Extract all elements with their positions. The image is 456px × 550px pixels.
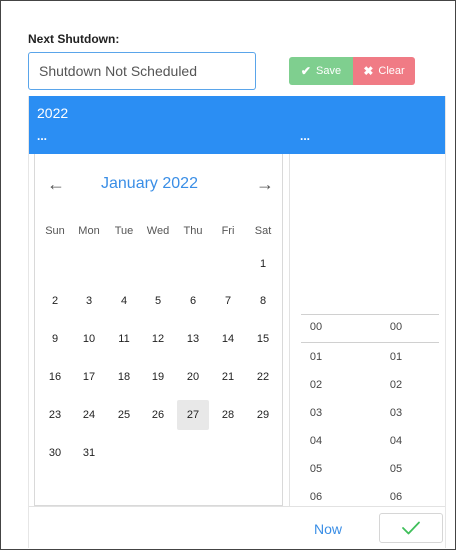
save-button[interactable]: ✔ Save <box>289 57 353 85</box>
minute-option[interactable]: 05 <box>376 463 416 475</box>
date-summary[interactable]: ... <box>37 129 47 143</box>
weekday-sun: Sun <box>45 225 65 237</box>
day-cell[interactable]: 1 <box>247 249 279 279</box>
clear-button[interactable]: ✖ Clear <box>353 57 415 85</box>
picker-header: 2022 ... ... <box>29 96 445 154</box>
day-cell[interactable]: 25 <box>108 400 140 430</box>
time-selection-line <box>301 342 439 343</box>
day-cell[interactable]: 14 <box>212 324 244 354</box>
calendar: ← January 2022 → Sun Mon Tue Wed Thu Fri Sat 1… <box>34 154 283 506</box>
day-cell[interactable]: 18 <box>108 362 140 392</box>
day-cell[interactable]: 16 <box>39 362 71 392</box>
picker-year[interactable]: 2022 <box>37 105 68 121</box>
hour-option[interactable]: 05 <box>296 463 336 475</box>
shutdown-datetime-input[interactable]: Shutdown Not Scheduled <box>28 52 256 90</box>
day-cell[interactable]: 12 <box>142 324 174 354</box>
weekday-sat: Sat <box>254 225 272 237</box>
weekday-tue: Tue <box>114 225 134 237</box>
day-cell[interactable]: 27 <box>177 400 209 430</box>
prev-month-arrow-icon[interactable]: ← <box>47 174 65 195</box>
hour-option[interactable]: 03 <box>296 407 336 419</box>
hour-option[interactable]: 04 <box>296 435 336 447</box>
day-cell[interactable]: 11 <box>108 324 140 354</box>
day-cell[interactable]: 17 <box>73 362 105 392</box>
time-summary[interactable]: ... <box>300 129 310 143</box>
month-year-title[interactable]: January 2022 <box>101 175 198 193</box>
calendar-header: ← January 2022 → <box>35 174 282 196</box>
weekday-fri: Fri <box>221 225 235 237</box>
day-cell[interactable]: 23 <box>39 400 71 430</box>
now-button[interactable]: Now <box>314 521 342 537</box>
weekday-wed: Wed <box>146 225 170 237</box>
close-icon: ✖ <box>363 64 374 78</box>
time-selection-line <box>301 314 439 315</box>
day-cell[interactable]: 28 <box>212 400 244 430</box>
day-cell[interactable]: 8 <box>247 286 279 316</box>
checkmark-icon <box>402 521 420 535</box>
day-cell[interactable]: 9 <box>39 324 71 354</box>
save-label: Save <box>315 65 342 77</box>
hour-option[interactable]: 00 <box>296 321 336 333</box>
clear-label: Clear <box>378 65 405 77</box>
day-cell[interactable]: 20 <box>177 362 209 392</box>
day-cell[interactable]: 22 <box>247 362 279 392</box>
shutdown-input-value: Shutdown Not Scheduled <box>39 63 197 79</box>
day-cell[interactable]: 26 <box>142 400 174 430</box>
day-cell[interactable]: 31 <box>73 438 105 468</box>
day-cell[interactable]: 10 <box>73 324 105 354</box>
weekday-thu: Thu <box>183 225 203 237</box>
time-column-divider <box>289 154 290 506</box>
minute-option[interactable]: 02 <box>376 379 416 391</box>
day-cell[interactable]: 2 <box>39 286 71 316</box>
weekday-mon: Mon <box>78 225 100 237</box>
hour-option[interactable]: 06 <box>296 491 336 503</box>
minute-option[interactable]: 06 <box>376 491 416 503</box>
hour-option[interactable]: 02 <box>296 379 336 391</box>
shutdown-dialog: Next Shutdown: Shutdown Not Scheduled ✔ … <box>0 0 456 550</box>
day-cell[interactable]: 13 <box>177 324 209 354</box>
next-shutdown-label: Next Shutdown: <box>28 32 120 46</box>
day-cell[interactable]: 15 <box>247 324 279 354</box>
day-cell[interactable]: 4 <box>108 286 140 316</box>
weekday-header: Sun Mon Tue Wed Thu Fri Sat <box>35 225 282 241</box>
minute-option[interactable]: 00 <box>376 321 416 333</box>
day-cell[interactable]: 24 <box>73 400 105 430</box>
next-month-arrow-icon[interactable]: → <box>256 174 274 195</box>
day-cell[interactable]: 29 <box>247 400 279 430</box>
day-cell[interactable]: 3 <box>73 286 105 316</box>
minute-option[interactable]: 03 <box>376 407 416 419</box>
day-cell[interactable]: 5 <box>142 286 174 316</box>
datetime-picker: 2022 ... ... ← January 2022 → Sun Mon Tue W… <box>28 96 446 549</box>
day-cell[interactable]: 21 <box>212 362 244 392</box>
picker-footer: Now <box>29 506 445 549</box>
minute-option[interactable]: 04 <box>376 435 416 447</box>
confirm-button[interactable] <box>379 513 443 543</box>
day-cell[interactable]: 7 <box>212 286 244 316</box>
hour-option[interactable]: 01 <box>296 351 336 363</box>
minute-option[interactable]: 01 <box>376 351 416 363</box>
day-cell[interactable]: 30 <box>39 438 71 468</box>
check-icon: ✔ <box>300 64 311 78</box>
day-cell[interactable]: 19 <box>142 362 174 392</box>
day-cell[interactable]: 6 <box>177 286 209 316</box>
